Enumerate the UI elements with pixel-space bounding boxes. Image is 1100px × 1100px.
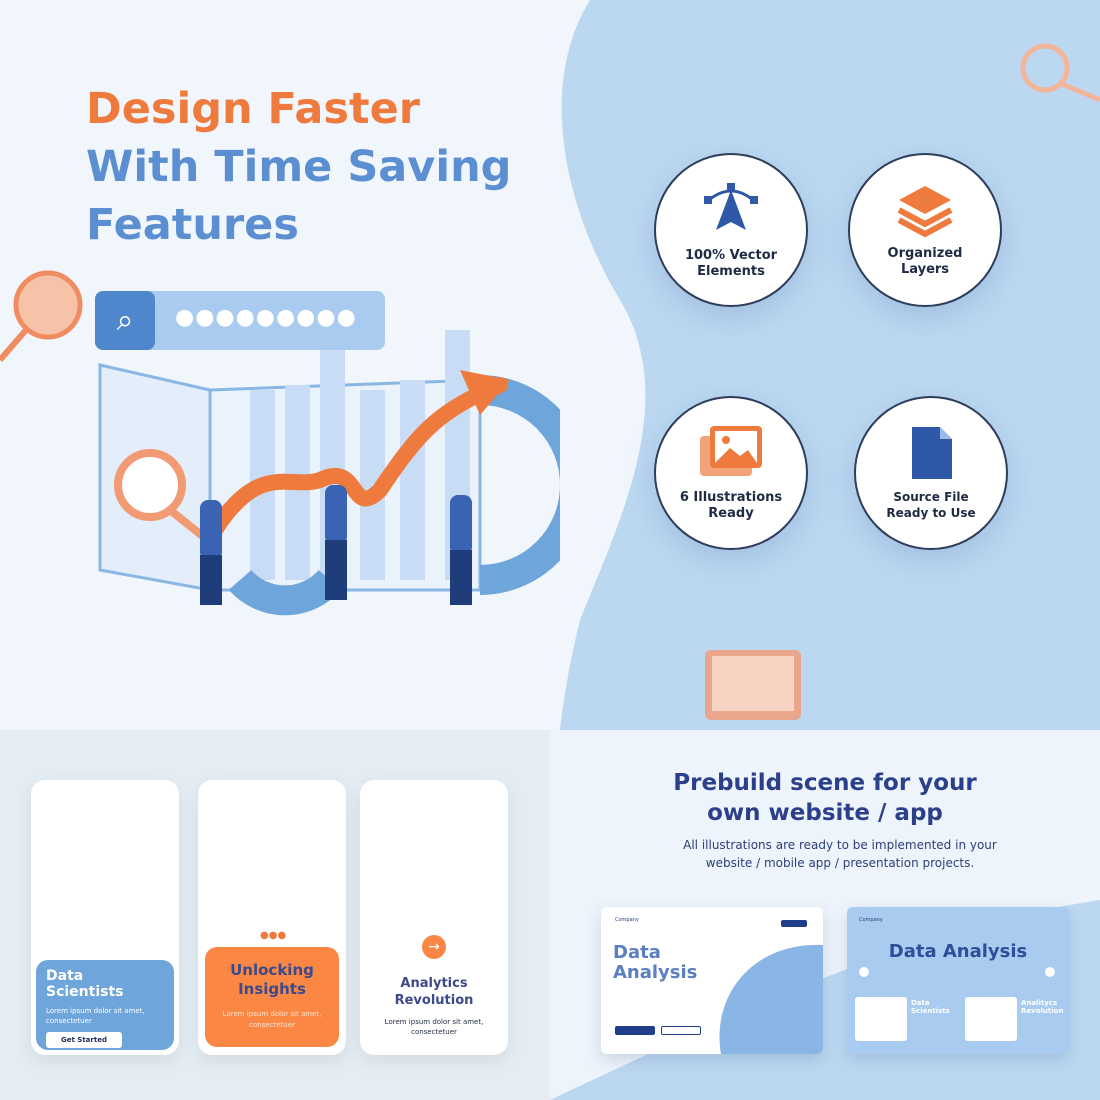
search-icon: ⌕	[95, 291, 155, 350]
feature-label: 100% Vector Elements	[684, 248, 778, 279]
feature-source-file: Source File Ready to Use	[854, 396, 1008, 550]
mock-title: Data Analysis	[613, 942, 698, 983]
mock-card-image	[855, 997, 907, 1041]
mock-brand: Company	[859, 917, 883, 923]
card-text: Lorem ipsum dolor sit amet, consectetuer	[46, 1007, 145, 1025]
prebuild-section: Prebuild scene for your own website / ap…	[550, 730, 1100, 1100]
mock-signup-button	[781, 920, 807, 927]
headline-line-1: Design Faster	[86, 84, 420, 134]
hero-section: Design Faster With Time Saving Features …	[0, 0, 1100, 730]
search-bar-illustration: ⌕ ●●●●●●●●●	[95, 291, 385, 350]
mock-get-started-button	[615, 1026, 655, 1035]
feature-vector: 100% Vector Elements	[654, 153, 808, 307]
feature-illustrations: 6 Illustrations Ready	[654, 396, 808, 550]
mobile-card-data-scientists: Data Scientists Lorem ipsum dolor sit am…	[31, 780, 179, 1055]
prebuild-subtitle: All illustrations are ready to be implem…	[683, 838, 997, 870]
mobile-card-unlocking-insights: ●●● Unlocking Insights Lorem ipsum dolor…	[198, 780, 346, 1055]
prebuild-title: Prebuild scene for your own website / ap…	[673, 770, 977, 826]
image-icon	[700, 426, 762, 476]
card-title: Analytics Revolution	[394, 976, 474, 1008]
card-title: Unlocking Insights	[230, 961, 314, 998]
search-dots: ●●●●●●●●●	[175, 305, 357, 330]
mock-card-title: Analitycs Revolution	[1021, 999, 1064, 1015]
pagination-dots: ●●●	[260, 930, 287, 941]
card-title: Data Scientists	[46, 968, 124, 1000]
get-started-button[interactable]: Get Started	[46, 1032, 122, 1048]
card-text: Lorem ipsum dolor sit amet, consectetuer	[222, 1010, 322, 1029]
headline-line-2: With Time Saving	[86, 142, 512, 192]
feature-label: Organized Layers	[887, 246, 963, 277]
mock-brand: Company	[615, 917, 639, 923]
arrow-right-icon[interactable]: →	[422, 935, 446, 959]
mock-card-title: Data Scientists	[911, 999, 950, 1015]
vector-pen-icon	[704, 183, 758, 230]
mock-title: Data Analysis	[888, 941, 1028, 962]
mock-prev-arrow	[859, 967, 869, 977]
file-icon	[912, 427, 952, 479]
mobile-screens-section: Data Scientists Lorem ipsum dolor sit am…	[0, 730, 550, 1100]
mock-card-image	[965, 997, 1017, 1041]
feature-label: Source File Ready to Use	[886, 490, 976, 520]
feature-label: 6 Illustrations Ready	[679, 490, 783, 521]
layers-icon	[897, 186, 953, 238]
web-mock-landing-1: Company Data Analysis	[601, 907, 823, 1054]
headline-line-3: Features	[86, 200, 299, 250]
card-text: Lorem ipsum dolor sit amet, consectetuer	[384, 1018, 484, 1036]
mobile-card-analytics-revolution: → Analytics Revolution Lorem ipsum dolor…	[360, 780, 508, 1055]
mock-learn-more-button	[661, 1026, 701, 1035]
mock-next-arrow	[1045, 967, 1055, 977]
feature-layers: Organized Layers	[848, 153, 1002, 307]
web-mock-landing-2: Company Data Analysis Data Scientists An…	[847, 907, 1069, 1054]
